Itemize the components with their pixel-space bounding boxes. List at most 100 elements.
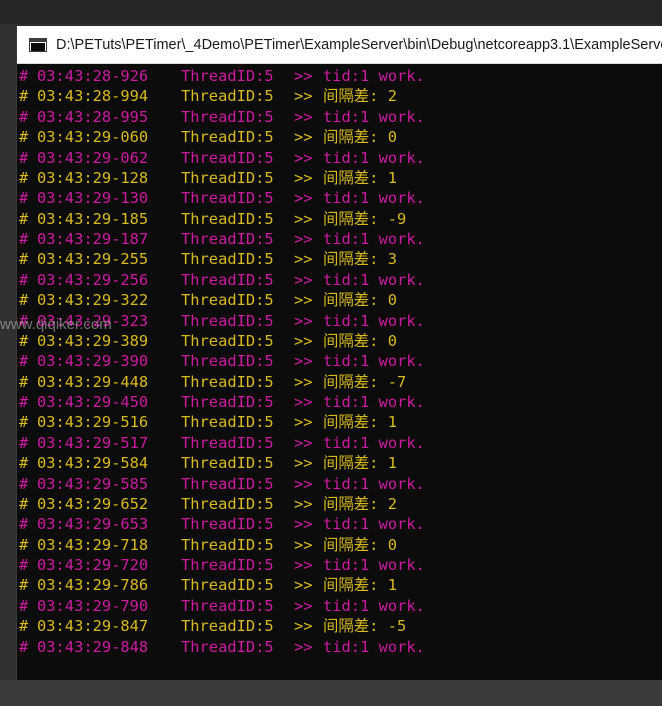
line-arrow: >>: [294, 494, 313, 513]
line-thread-id: ThreadID:5: [181, 291, 274, 310]
console-line: # 03:43:29-323 ThreadID:5 >> tid:1 work.: [19, 311, 659, 331]
line-message: tid:1 work.: [323, 393, 425, 411]
line-timestamp: 03:43:29-389: [37, 331, 149, 350]
line-thread-id: ThreadID:5: [181, 230, 274, 248]
console-line: # 03:43:28-926 ThreadID:5 >> tid:1 work.: [19, 66, 659, 86]
line-thread-id: ThreadID:5: [181, 637, 274, 656]
line-thread-id: ThreadID:5: [181, 331, 274, 350]
line-message: 间隔差: -5: [323, 617, 407, 636]
line-message: 间隔差: 1: [323, 413, 397, 432]
line-arrow: >>: [294, 556, 313, 574]
console-output[interactable]: # 03:43:28-926 ThreadID:5 >> tid:1 work.…: [19, 66, 659, 676]
line-thread-id: ThreadID:5: [181, 433, 274, 452]
line-arrow: >>: [294, 311, 313, 330]
console-line: # 03:43:29-847 ThreadID:5 >> 间隔差: -5: [19, 616, 659, 636]
desktop-background: D:\PETuts\PETimer\_4Demo\PETimer\Example…: [0, 0, 662, 706]
line-prefix: #: [19, 576, 29, 595]
line-timestamp: 03:43:29-448: [37, 372, 149, 391]
line-arrow: >>: [294, 189, 313, 208]
console-line: # 03:43:29-390 ThreadID:5 >> tid:1 work.: [19, 351, 659, 371]
line-timestamp: 03:43:29-516: [37, 413, 149, 432]
console-window[interactable]: D:\PETuts\PETimer\_4Demo\PETimer\Example…: [16, 26, 662, 680]
line-thread-id: ThreadID:5: [181, 515, 274, 534]
line-prefix: #: [19, 189, 29, 208]
console-line: # 03:43:29-255 ThreadID:5 >> 间隔差: 3: [19, 249, 659, 269]
console-line: # 03:43:29-185 ThreadID:5 >> 间隔差: -9: [19, 209, 659, 229]
line-prefix: #: [19, 515, 29, 534]
console-line: # 03:43:29-790 ThreadID:5 >> tid:1 work.: [19, 596, 659, 616]
line-timestamp: 03:43:29-450: [37, 393, 149, 411]
line-timestamp: 03:43:29-848: [37, 637, 149, 656]
line-arrow: >>: [294, 372, 313, 391]
line-timestamp: 03:43:28-995: [37, 107, 149, 126]
line-prefix: #: [19, 535, 29, 554]
line-timestamp: 03:43:29-786: [37, 576, 149, 595]
line-timestamp: 03:43:29-718: [37, 535, 149, 554]
line-timestamp: 03:43:29-790: [37, 596, 149, 615]
line-thread-id: ThreadID:5: [181, 556, 274, 574]
line-message: 间隔差: 0: [323, 291, 397, 310]
line-thread-id: ThreadID:5: [181, 596, 274, 615]
line-message: tid:1 work.: [323, 107, 425, 126]
line-thread-id: ThreadID:5: [181, 413, 274, 432]
line-message: tid:1 work.: [323, 189, 425, 208]
line-prefix: #: [19, 433, 29, 452]
line-prefix: #: [19, 454, 29, 473]
console-line: # 03:43:29-389 ThreadID:5 >> 间隔差: 0: [19, 331, 659, 351]
line-timestamp: 03:43:29-517: [37, 433, 149, 452]
desktop-bottom-strip: [0, 680, 662, 706]
console-line: # 03:43:29-130 ThreadID:5 >> tid:1 work.: [19, 188, 659, 208]
console-line: # 03:43:29-652 ThreadID:5 >> 间隔差: 2: [19, 494, 659, 514]
line-arrow: >>: [294, 230, 313, 248]
line-message: tid:1 work.: [323, 637, 425, 656]
line-timestamp: 03:43:29-187: [37, 230, 149, 248]
console-line: # 03:43:29-448 ThreadID:5 >> 间隔差: -7: [19, 372, 659, 392]
line-thread-id: ThreadID:5: [181, 535, 274, 554]
console-line: # 03:43:29-450 ThreadID:5 >> tid:1 work.: [19, 392, 659, 412]
line-prefix: #: [19, 494, 29, 513]
line-message: 间隔差: 0: [323, 535, 397, 554]
window-titlebar[interactable]: D:\PETuts\PETimer\_4Demo\PETimer\Example…: [17, 26, 662, 64]
line-thread-id: ThreadID:5: [181, 250, 274, 269]
watermark-text: www.qiqiker.com: [0, 316, 112, 333]
line-arrow: >>: [294, 209, 313, 228]
line-thread-id: ThreadID:5: [181, 87, 274, 106]
line-message: tid:1 work.: [323, 596, 425, 615]
line-message: tid:1 work.: [323, 556, 425, 574]
line-thread-id: ThreadID:5: [181, 107, 274, 126]
console-line: # 03:43:29-517 ThreadID:5 >> tid:1 work.: [19, 433, 659, 453]
line-timestamp: 03:43:29-390: [37, 352, 149, 371]
line-arrow: >>: [294, 413, 313, 432]
line-arrow: >>: [294, 270, 313, 289]
console-app-icon: [29, 37, 47, 52]
line-message: 间隔差: 1: [323, 576, 397, 595]
line-thread-id: ThreadID:5: [181, 454, 274, 473]
line-arrow: >>: [294, 596, 313, 615]
console-line: # 03:43:29-718 ThreadID:5 >> 间隔差: 0: [19, 535, 659, 555]
console-line: # 03:43:29-653 ThreadID:5 >> tid:1 work.: [19, 514, 659, 534]
line-message: 间隔差: 0: [323, 331, 397, 350]
line-message: tid:1 work.: [323, 311, 425, 330]
line-arrow: >>: [294, 576, 313, 595]
console-line: # 03:43:28-994 ThreadID:5 >> 间隔差: 2: [19, 86, 659, 106]
line-thread-id: ThreadID:5: [181, 189, 274, 208]
line-message: tid:1 work.: [323, 148, 425, 167]
line-thread-id: ThreadID:5: [181, 352, 274, 371]
desktop-top-strip: [0, 0, 662, 24]
line-prefix: #: [19, 291, 29, 310]
line-message: 间隔差: -9: [323, 209, 407, 228]
line-timestamp: 03:43:29-255: [37, 250, 149, 269]
console-line: # 03:43:29-256 ThreadID:5 >> tid:1 work.: [19, 270, 659, 290]
line-prefix: #: [19, 209, 29, 228]
line-arrow: >>: [294, 637, 313, 656]
line-message: tid:1 work.: [323, 230, 425, 248]
line-timestamp: 03:43:29-130: [37, 189, 149, 208]
line-timestamp: 03:43:29-653: [37, 515, 149, 534]
line-timestamp: 03:43:29-322: [37, 291, 149, 310]
console-line: # 03:43:29-786 ThreadID:5 >> 间隔差: 1: [19, 575, 659, 595]
line-prefix: #: [19, 413, 29, 432]
line-prefix: #: [19, 128, 29, 147]
line-message: 间隔差: 3: [323, 250, 397, 269]
console-line: # 03:43:29-720 ThreadID:5 >> tid:1 work.: [19, 555, 659, 575]
line-message: 间隔差: -7: [323, 372, 407, 391]
